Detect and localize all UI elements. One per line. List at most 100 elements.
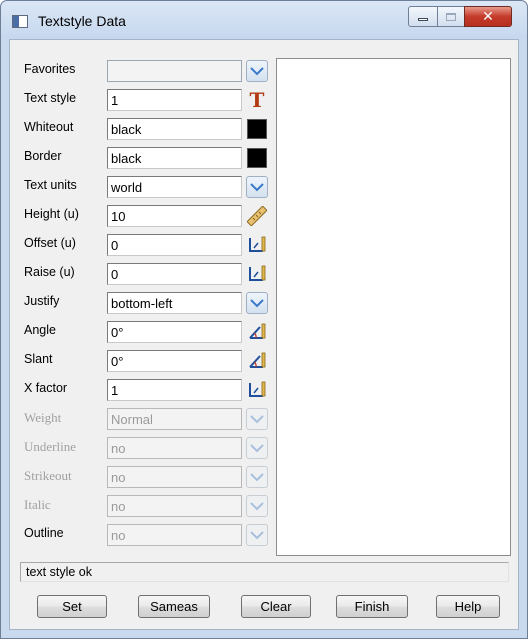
ruler-icon — [247, 206, 267, 226]
chevron-down-icon — [250, 182, 264, 191]
outline-row: Outline no — [10, 522, 280, 548]
italic-row: Italic no — [10, 493, 280, 519]
outline-label: Outline — [24, 526, 64, 540]
italic-label: Italic — [24, 497, 51, 512]
border-color-swatch[interactable] — [247, 148, 267, 168]
slant-label: Slant — [24, 352, 53, 366]
weight-row: Weight Normal — [10, 406, 280, 432]
offset-input[interactable]: 0 — [107, 234, 242, 256]
justify-select[interactable]: bottom-left — [107, 292, 242, 314]
window-app-icon[interactable] — [12, 15, 28, 28]
text-units-label: Text units — [24, 178, 77, 192]
offset-label: Offset (u) — [24, 236, 76, 250]
chevron-down-icon — [250, 530, 264, 539]
chevron-down-icon — [250, 66, 264, 75]
justify-dropdown-button[interactable] — [246, 292, 268, 314]
underline-label: Underline — [24, 439, 76, 454]
height-measure-button[interactable] — [246, 205, 268, 227]
minimize-button[interactable] — [408, 6, 438, 27]
chevron-down-icon — [250, 443, 264, 452]
favorites-label: Favorites — [24, 62, 76, 76]
outline-select[interactable]: no — [107, 524, 242, 546]
angle-row: Angle 0° — [10, 319, 280, 345]
border-input[interactable]: black — [107, 147, 242, 169]
whiteout-label: Whiteout — [24, 120, 74, 134]
height-input[interactable]: 10 — [107, 205, 242, 227]
raise-pick-button[interactable] — [246, 263, 268, 285]
border-label: Border — [24, 149, 62, 163]
close-icon: ✕ — [482, 8, 494, 25]
x-factor-row: X factor 1 — [10, 377, 280, 403]
minimize-icon — [418, 18, 428, 21]
weight-dropdown-button[interactable] — [246, 408, 268, 430]
x-factor-input[interactable]: 1 — [107, 379, 242, 401]
strikeout-label: Strikeout — [24, 468, 72, 483]
height-row: Height (u) 10 — [10, 203, 280, 229]
text-style-input[interactable]: 1 — [107, 89, 242, 111]
italic-select[interactable]: no — [107, 495, 242, 517]
favorites-row: Favorites — [10, 58, 280, 84]
maximize-button[interactable] — [437, 6, 465, 27]
pick-point-icon — [249, 265, 266, 281]
strikeout-select[interactable]: no — [107, 466, 242, 488]
x-factor-pick-button[interactable] — [246, 379, 268, 401]
whiteout-row: Whiteout black — [10, 116, 280, 142]
offset-pick-button[interactable] — [246, 234, 268, 256]
strikeout-dropdown-button[interactable] — [246, 466, 268, 488]
text-units-dropdown-button[interactable] — [246, 176, 268, 198]
clear-button[interactable]: Clear — [241, 595, 311, 618]
window-title: Textstyle Data — [38, 13, 126, 29]
pick-point-icon — [249, 381, 266, 397]
textstyle-data-window: Textstyle Data ✕ Favorites Text style 1 … — [0, 0, 528, 639]
angle-label: Angle — [24, 323, 56, 337]
underline-select[interactable]: no — [107, 437, 242, 459]
text-style-label: Text style — [24, 91, 77, 105]
chevron-down-icon — [250, 472, 264, 481]
angle-pick-icon — [249, 352, 266, 368]
strikeout-row: Strikeout no — [10, 464, 280, 490]
height-label: Height (u) — [24, 207, 79, 221]
close-button[interactable]: ✕ — [464, 6, 512, 27]
text-units-select[interactable]: world — [107, 176, 242, 198]
text-preview-pane[interactable] — [276, 58, 511, 556]
italic-dropdown-button[interactable] — [246, 495, 268, 517]
border-row: Border black — [10, 145, 280, 171]
text-style-select-button[interactable]: T — [246, 89, 268, 111]
set-button[interactable]: Set — [37, 595, 107, 618]
text-style-row: Text style 1 T — [10, 87, 280, 113]
whiteout-color-swatch[interactable] — [247, 119, 267, 139]
pick-point-icon — [249, 236, 266, 252]
favorites-dropdown-button[interactable] — [246, 60, 268, 82]
chevron-down-icon — [250, 501, 264, 510]
slant-pick-button[interactable] — [246, 350, 268, 372]
angle-pick-button[interactable] — [246, 321, 268, 343]
justify-label: Justify — [24, 294, 60, 308]
angle-pick-icon — [249, 323, 266, 339]
status-message: text style ok — [20, 562, 509, 582]
sameas-button[interactable]: Sameas — [138, 595, 210, 618]
offset-row: Offset (u) 0 — [10, 232, 280, 258]
slant-row: Slant 0° — [10, 348, 280, 374]
outline-dropdown-button[interactable] — [246, 524, 268, 546]
title-bar[interactable]: Textstyle Data ✕ — [1, 1, 527, 39]
underline-row: Underline no — [10, 435, 280, 461]
weight-select[interactable]: Normal — [107, 408, 242, 430]
weight-label: Weight — [24, 410, 62, 425]
maximize-icon — [446, 12, 456, 21]
x-factor-label: X factor — [24, 381, 68, 395]
favorites-field[interactable] — [107, 60, 242, 82]
chevron-down-icon — [250, 298, 264, 307]
chevron-down-icon — [250, 414, 264, 423]
help-button[interactable]: Help — [436, 595, 500, 618]
dialog-body: Favorites Text style 1 T Whiteout black … — [9, 39, 519, 630]
text-units-row: Text units world — [10, 174, 280, 200]
raise-label: Raise (u) — [24, 265, 75, 279]
finish-button[interactable]: Finish — [336, 595, 408, 618]
raise-input[interactable]: 0 — [107, 263, 242, 285]
underline-dropdown-button[interactable] — [246, 437, 268, 459]
slant-input[interactable]: 0° — [107, 350, 242, 372]
angle-input[interactable]: 0° — [107, 321, 242, 343]
raise-row: Raise (u) 0 — [10, 261, 280, 287]
whiteout-input[interactable]: black — [107, 118, 242, 140]
text-style-icon: T — [249, 88, 265, 112]
